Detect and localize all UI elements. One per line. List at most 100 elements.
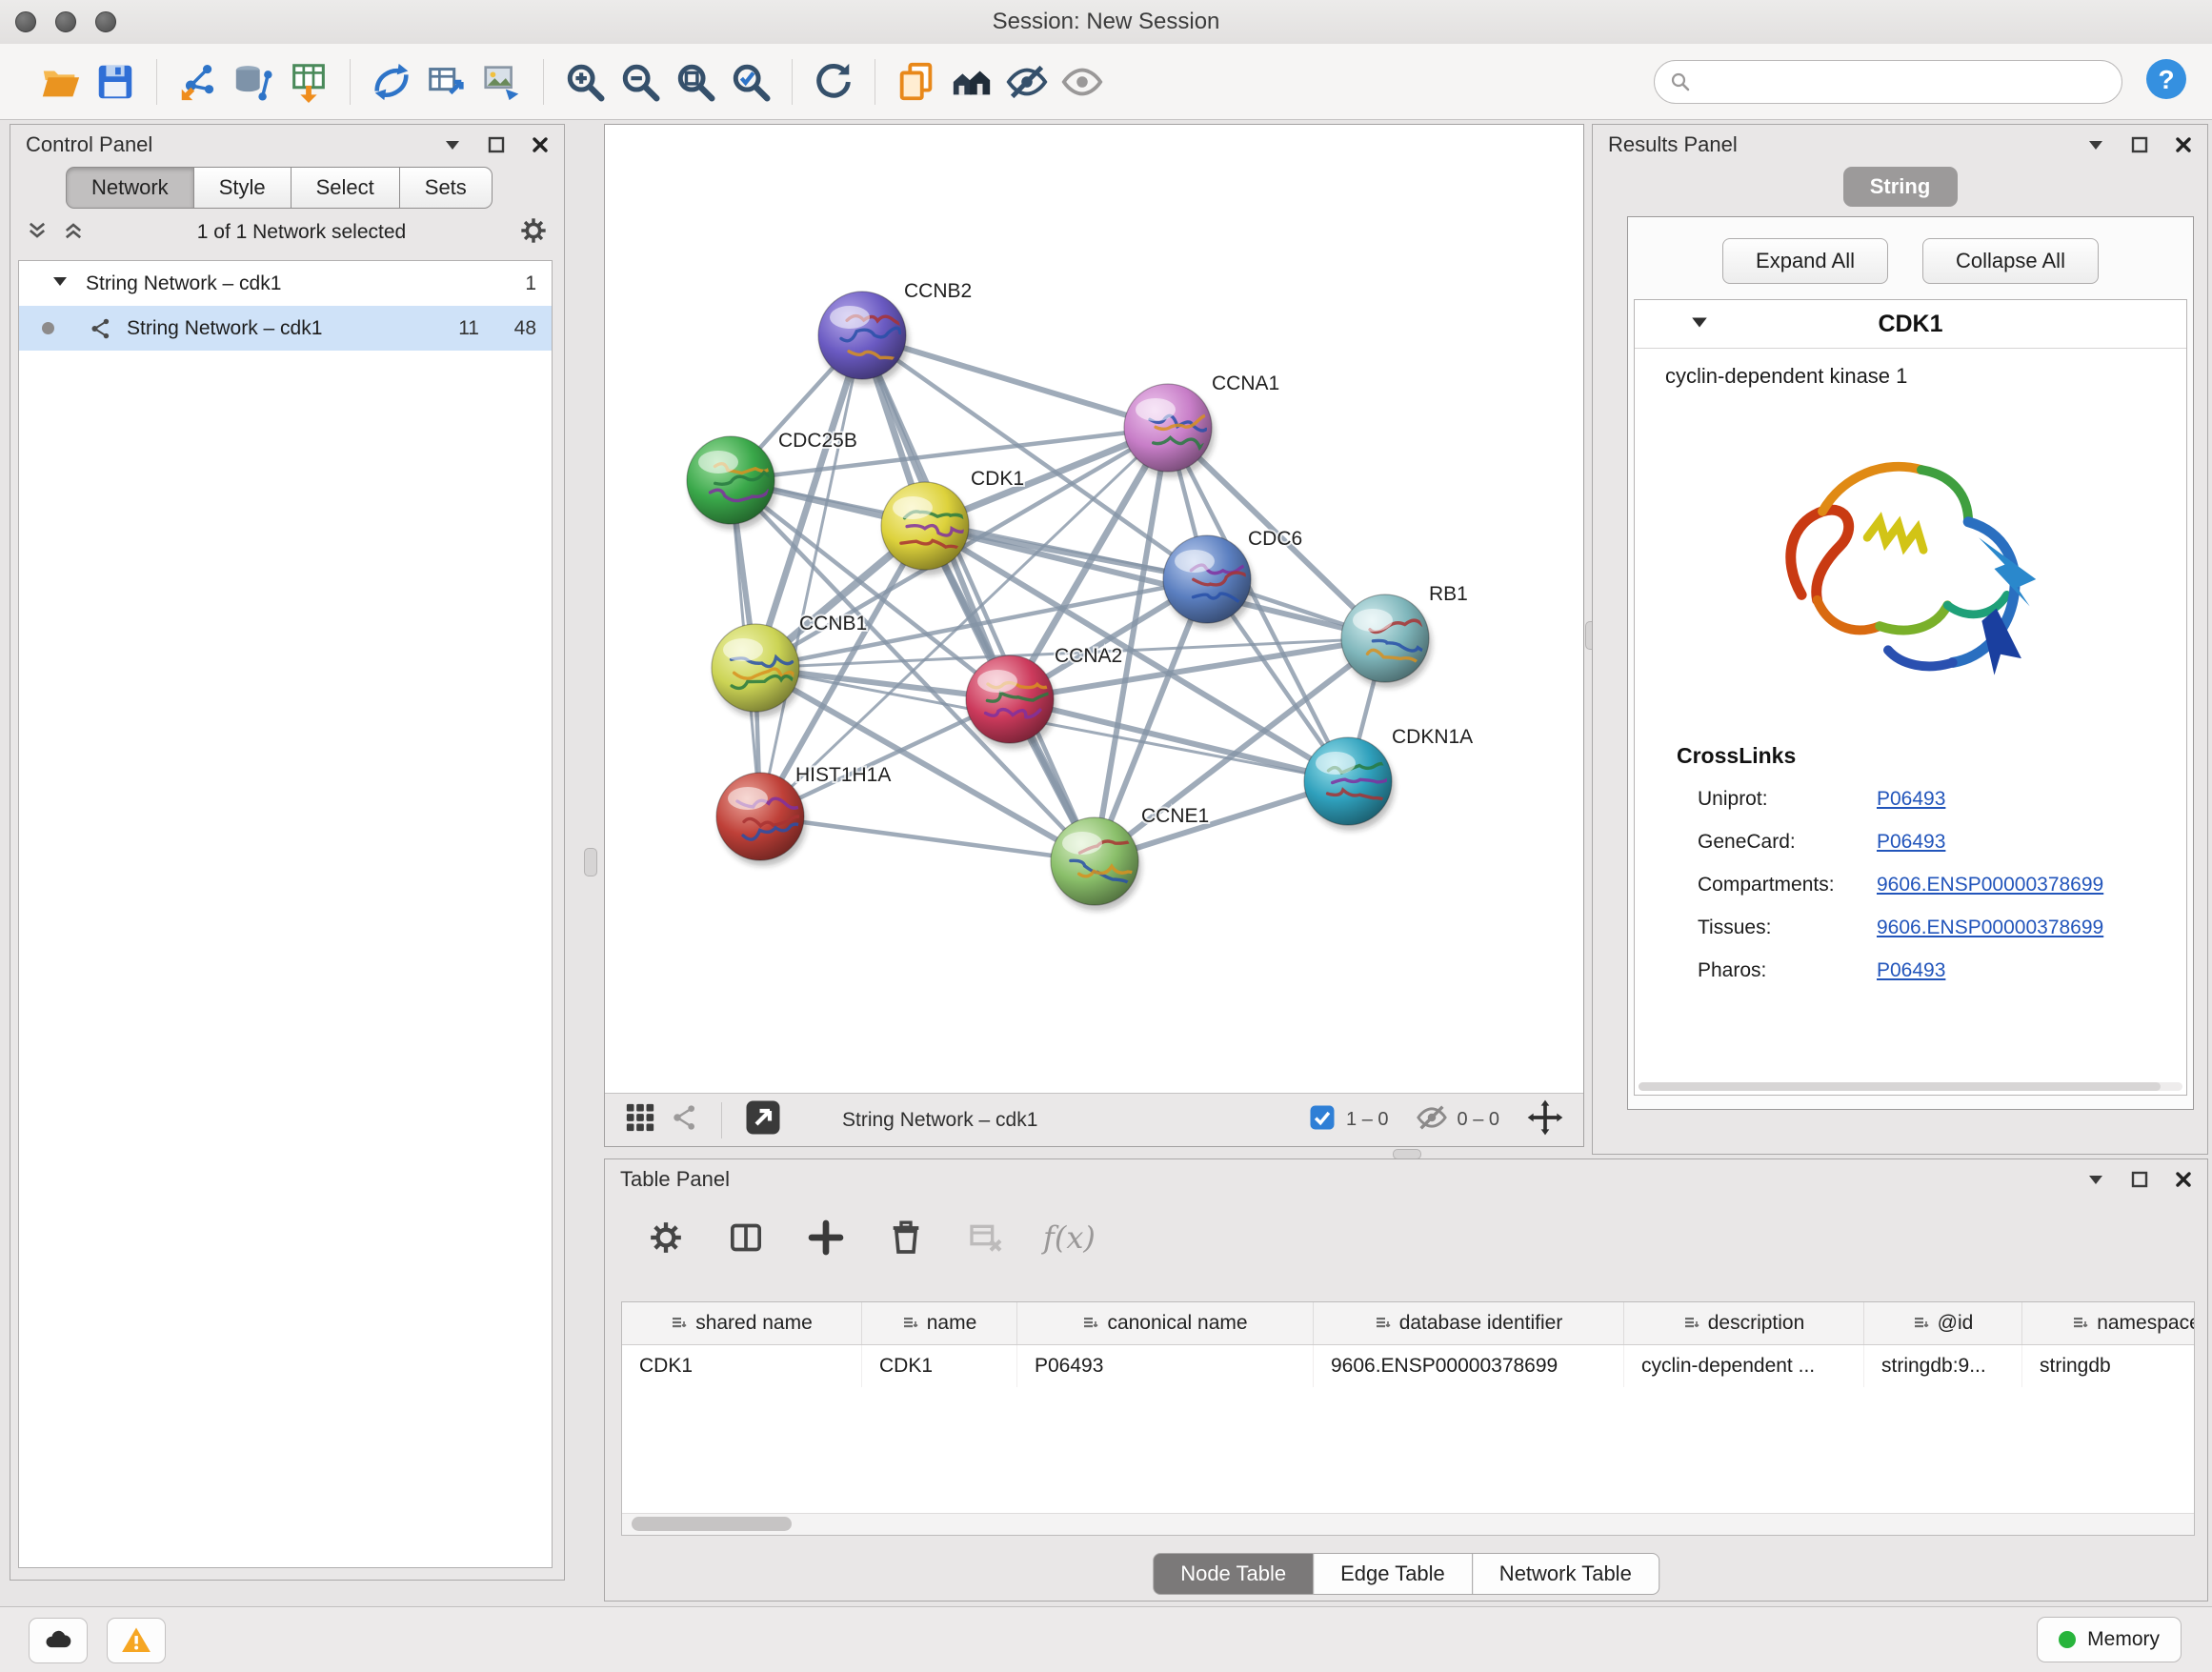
- tab-network-table[interactable]: Network Table: [1472, 1553, 1659, 1595]
- export-image-button[interactable]: [474, 52, 530, 111]
- network-node-CDC25B[interactable]: [687, 436, 777, 530]
- function-builder-button[interactable]: f(x): [1043, 1219, 1096, 1256]
- home-layout-button[interactable]: [944, 52, 999, 111]
- panel-undock-icon[interactable]: [2131, 136, 2148, 153]
- panel-float-menu-icon[interactable]: [2087, 1171, 2104, 1188]
- hide-annotations-button[interactable]: [999, 52, 1055, 111]
- hidden-eye-slash-icon[interactable]: [1416, 1101, 1448, 1138]
- add-column-button[interactable]: [803, 1215, 849, 1260]
- zoom-in-button[interactable]: [557, 52, 613, 111]
- expand-all-networks-icon[interactable]: [62, 219, 85, 247]
- cell-name[interactable]: CDK1: [862, 1345, 1017, 1387]
- cell-shared-name[interactable]: CDK1: [622, 1345, 862, 1387]
- tab-style[interactable]: Style: [193, 167, 292, 209]
- column-header-id[interactable]: @id: [1864, 1302, 2022, 1344]
- show-columns-button[interactable]: [723, 1215, 769, 1260]
- cell-canonical-name[interactable]: P06493: [1017, 1345, 1314, 1387]
- panel-undock-icon[interactable]: [488, 136, 505, 153]
- network-table-icon: [425, 60, 469, 104]
- panel-close-icon[interactable]: [2175, 136, 2192, 153]
- crosslink-compartments-link[interactable]: 9606.ENSP00000378699: [1877, 874, 2103, 896]
- tab-node-table[interactable]: Node Table: [1153, 1553, 1314, 1595]
- column-header-shared-name[interactable]: shared name: [622, 1302, 862, 1344]
- tab-network[interactable]: Network: [66, 167, 194, 209]
- crosslink-uniprot-link[interactable]: P06493: [1877, 788, 1945, 811]
- vertical-splitter-handle[interactable]: [584, 848, 597, 876]
- gene-card-scrollbar[interactable]: [1639, 1082, 2182, 1091]
- column-header-canonical-name[interactable]: canonical name: [1017, 1302, 1314, 1344]
- open-session-button[interactable]: [32, 52, 88, 111]
- table-settings-gear-button[interactable]: [643, 1215, 689, 1260]
- show-view-button[interactable]: [1055, 52, 1110, 111]
- network-node-CCNA2[interactable]: [966, 655, 1056, 749]
- gene-card-collapse-caret-icon[interactable]: [1690, 312, 1709, 336]
- network-options-gear-icon[interactable]: [518, 215, 549, 251]
- warnings-button[interactable]: [107, 1618, 166, 1663]
- delete-column-button[interactable]: [883, 1215, 929, 1260]
- cell-namespace[interactable]: stringdb: [2022, 1345, 2195, 1387]
- cloud-status-button[interactable]: [29, 1618, 88, 1663]
- horizontal-scrollbar[interactable]: [622, 1513, 2194, 1535]
- network-edge[interactable]: [862, 335, 1095, 861]
- network-node-CDK1[interactable]: [881, 482, 972, 575]
- panel-undock-icon[interactable]: [2131, 1171, 2148, 1188]
- collection-row[interactable]: String Network – cdk1 1: [19, 261, 552, 306]
- import-network-database-button[interactable]: [226, 52, 281, 111]
- toolbar-separator: [543, 59, 544, 105]
- help-button[interactable]: ?: [2143, 56, 2189, 107]
- expand-all-button[interactable]: Expand All: [1722, 238, 1888, 284]
- home-icon: [950, 60, 994, 104]
- network-node-CDKN1A[interactable]: [1304, 737, 1395, 831]
- birdseye-grid-icon[interactable]: [624, 1101, 656, 1138]
- network-node-CDC6[interactable]: [1163, 535, 1258, 629]
- collapse-all-networks-icon[interactable]: [26, 219, 49, 247]
- cell-database-identifier[interactable]: 9606.ENSP00000378699: [1314, 1345, 1624, 1387]
- column-header-description[interactable]: description: [1624, 1302, 1864, 1344]
- copy-view-button[interactable]: [889, 52, 944, 111]
- panel-float-menu-icon[interactable]: [2087, 136, 2104, 153]
- tab-edge-table[interactable]: Edge Table: [1313, 1553, 1473, 1595]
- network-row-selected[interactable]: String Network – cdk1 11 48: [19, 306, 552, 351]
- network-canvas[interactable]: CCNB2CCNA1CDC25BCDK1CDC6RB1CCNB1CCNA2CDK…: [605, 125, 1583, 1093]
- tab-select[interactable]: Select: [291, 167, 400, 209]
- import-table-button[interactable]: [281, 52, 336, 111]
- zoom-selected-button[interactable]: [723, 52, 778, 111]
- import-network-file-button[interactable]: [171, 52, 226, 111]
- zoom-fit-button[interactable]: [668, 52, 723, 111]
- network-node-RB1[interactable]: [1341, 594, 1436, 688]
- search-input[interactable]: [1654, 60, 2122, 104]
- zoom-out-button[interactable]: [613, 52, 668, 111]
- horizontal-scrollbar-thumb[interactable]: [632, 1517, 792, 1531]
- cell-description[interactable]: cyclin-dependent ...: [1624, 1345, 1864, 1387]
- panel-close-icon[interactable]: [2175, 1171, 2192, 1188]
- table-row[interactable]: CDK1 CDK1 P06493 9606.ENSP00000378699 cy…: [622, 1345, 2194, 1387]
- panel-close-icon[interactable]: [532, 136, 549, 153]
- refresh-view-button[interactable]: [806, 52, 861, 111]
- tab-sets[interactable]: Sets: [399, 167, 493, 209]
- node-table: shared name name canonical name database…: [621, 1301, 2195, 1536]
- crosslink-pharos-link[interactable]: P06493: [1877, 959, 1945, 982]
- crosslink-tissues-link[interactable]: 9606.ENSP00000378699: [1877, 917, 2103, 939]
- cell-id[interactable]: stringdb:9...: [1864, 1345, 2022, 1387]
- gene-symbol: CDK1: [1635, 311, 2186, 338]
- share-network-icon[interactable]: [670, 1102, 700, 1138]
- column-header-namespace[interactable]: namespace: [2022, 1302, 2195, 1344]
- selected-checkbox-icon[interactable]: [1308, 1103, 1337, 1137]
- title-bar: Session: New Session: [0, 0, 2212, 45]
- network-node-CCNA1[interactable]: [1124, 384, 1217, 477]
- network-edge[interactable]: [760, 335, 862, 816]
- clone-network-button[interactable]: [364, 52, 419, 111]
- tree-collapse-caret-icon[interactable]: [51, 272, 69, 295]
- memory-button[interactable]: Memory: [2037, 1617, 2182, 1662]
- column-header-database-identifier[interactable]: database identifier: [1314, 1302, 1624, 1344]
- open-in-new-window-button[interactable]: [743, 1098, 783, 1142]
- results-tab-string[interactable]: String: [1843, 167, 1958, 207]
- save-session-button[interactable]: [88, 52, 143, 111]
- collapse-all-button[interactable]: Collapse All: [1922, 238, 2099, 284]
- panel-float-menu-icon[interactable]: [444, 136, 461, 153]
- column-header-name[interactable]: name: [862, 1302, 1017, 1344]
- network-edge[interactable]: [760, 816, 1095, 861]
- network-from-table-button[interactable]: [419, 52, 474, 111]
- crosslink-genecard-link[interactable]: P06493: [1877, 831, 1945, 854]
- fit-selected-crosshair-icon[interactable]: [1526, 1098, 1564, 1141]
